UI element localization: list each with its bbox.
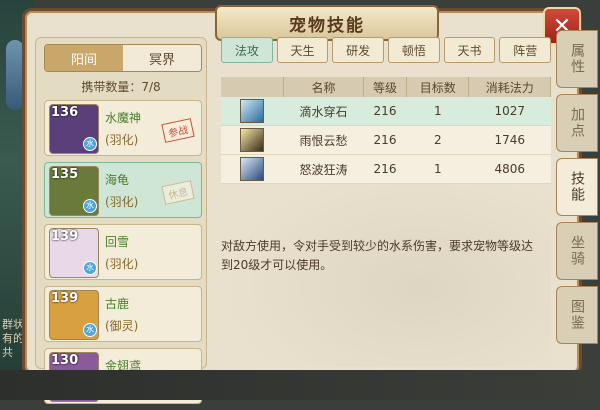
pet-level: 139 xyxy=(51,291,79,306)
side-tab[interactable]: 加点 xyxy=(556,94,598,152)
skill-name: 滴水穿石 xyxy=(283,97,364,126)
skill-targets: 1 xyxy=(406,154,469,184)
tab-realm-ming[interactable]: 冥界 xyxy=(123,45,201,71)
skill-level: 216 xyxy=(363,154,407,184)
pet-name: 古鹿 xyxy=(105,297,130,311)
skill-icon-cell xyxy=(221,97,284,126)
water-skill-icon xyxy=(240,157,265,181)
skill-row[interactable]: 怒波狂涛 216 1 4806 xyxy=(221,154,551,184)
pet-status-badge: 参战 xyxy=(161,118,195,143)
skill-table: 名称 等级 目标数 消耗法力 滴水穿石 216 1 1027 雨恨云愁 216 … xyxy=(221,77,551,184)
skill-row[interactable]: 滴水穿石 216 1 1027 xyxy=(221,97,551,126)
realm-tabs: 阳间 冥界 xyxy=(44,44,202,72)
icon-column-header xyxy=(221,77,284,97)
pet-card[interactable]: 139 水 回雪 (羽化) xyxy=(44,224,202,280)
skill-category-tab[interactable]: 研发 xyxy=(332,37,385,63)
water-element-icon: 水 xyxy=(83,323,97,337)
bottom-strip xyxy=(0,370,600,400)
skill-category-tabs: 法攻 天生 研发 顿悟 天书 阵营 xyxy=(221,37,552,63)
side-tab[interactable]: 坐骑 xyxy=(556,222,598,280)
skill-level: 216 xyxy=(363,97,407,126)
pet-form: (御灵) xyxy=(105,319,139,333)
skill-mana: 1746 xyxy=(468,125,551,155)
column-header-level: 等级 xyxy=(363,77,408,97)
pet-list-panel: 阳间 冥界 携带数量：7/8 136 水 水魔神 (羽化) 参战 135 水 海… xyxy=(35,37,207,404)
skill-category-tab[interactable]: 阵营 xyxy=(499,37,552,63)
skill-mana: 4806 xyxy=(468,154,551,184)
pet-card[interactable]: 135 水 海龟 (羽化) 休息 xyxy=(44,162,202,218)
water-skill-icon xyxy=(240,99,265,123)
skill-icon-cell xyxy=(221,125,284,155)
water-element-icon: 水 xyxy=(83,137,97,151)
pet-list: 136 水 水魔神 (羽化) 参战 135 水 海龟 (羽化) 休息 139 水… xyxy=(44,100,202,410)
column-header-targets: 目标数 xyxy=(406,77,470,97)
side-tab[interactable]: 技能 xyxy=(556,158,598,216)
skill-category-tab[interactable]: 天书 xyxy=(443,37,496,63)
pet-level: 130 xyxy=(51,353,79,368)
column-header-name: 名称 xyxy=(283,77,364,97)
pet-level: 136 xyxy=(51,105,79,120)
skill-name: 怒波狂涛 xyxy=(283,154,364,184)
pet-name: 海龟 xyxy=(105,173,130,187)
table-header-row: 名称 等级 目标数 消耗法力 xyxy=(221,77,551,97)
pet-card[interactable]: 139 水 古鹿 (御灵) xyxy=(44,286,202,342)
pet-form: (羽化) xyxy=(105,133,139,147)
window-title: 宠物技能 xyxy=(215,5,439,41)
pet-level: 139 xyxy=(51,229,79,244)
pet-card[interactable]: 136 水 水魔神 (羽化) 参战 xyxy=(44,100,202,156)
pet-capacity: 携带数量：7/8 xyxy=(81,80,161,94)
skill-icon-cell xyxy=(221,154,284,184)
skill-mana: 1027 xyxy=(468,97,551,126)
tab-realm-yang[interactable]: 阳间 xyxy=(45,45,123,71)
water-element-icon: 水 xyxy=(83,261,97,275)
skill-targets: 1 xyxy=(406,97,469,126)
pet-skill-window: 宠物技能 ✕ 阳间 冥界 携带数量：7/8 136 水 水魔神 (羽化) 参战 … xyxy=(22,5,582,404)
side-tab[interactable]: 属性 xyxy=(556,30,598,88)
pet-form: (羽化) xyxy=(105,257,139,271)
water-element-icon: 水 xyxy=(83,199,97,213)
skill-row[interactable]: 雨恨云愁 216 2 1746 xyxy=(221,125,551,155)
pet-name: 回雪 xyxy=(105,235,130,249)
skill-category-tab[interactable]: 顿悟 xyxy=(388,37,440,63)
pet-status-badge: 休息 xyxy=(161,180,195,205)
skill-name: 雨恨云愁 xyxy=(283,125,364,155)
skill-category-tab[interactable]: 法攻 xyxy=(221,37,273,63)
water-skill-icon xyxy=(240,128,265,152)
skill-content: 法攻 天生 研发 顿悟 天书 阵营 名称 等级 目标数 消耗法力 滴水穿石 216 1 1… xyxy=(221,37,552,367)
column-header-mana: 消耗法力 xyxy=(468,77,551,97)
side-tab[interactable]: 图鉴 xyxy=(556,286,598,344)
skill-level: 216 xyxy=(363,125,407,155)
pet-name: 水魔神 xyxy=(105,111,142,125)
pet-level: 135 xyxy=(51,167,79,182)
skill-targets: 2 xyxy=(406,125,469,155)
pet-form: (羽化) xyxy=(105,195,139,209)
skill-category-tab[interactable]: 天生 xyxy=(276,37,329,63)
skill-description: 对敌方使用，令对手受到较少的水系伤害，要求宠物等级达到20级才可以使用。 xyxy=(221,239,534,272)
side-tab-bar: 属性加点技能坐骑图鉴 xyxy=(556,30,600,350)
